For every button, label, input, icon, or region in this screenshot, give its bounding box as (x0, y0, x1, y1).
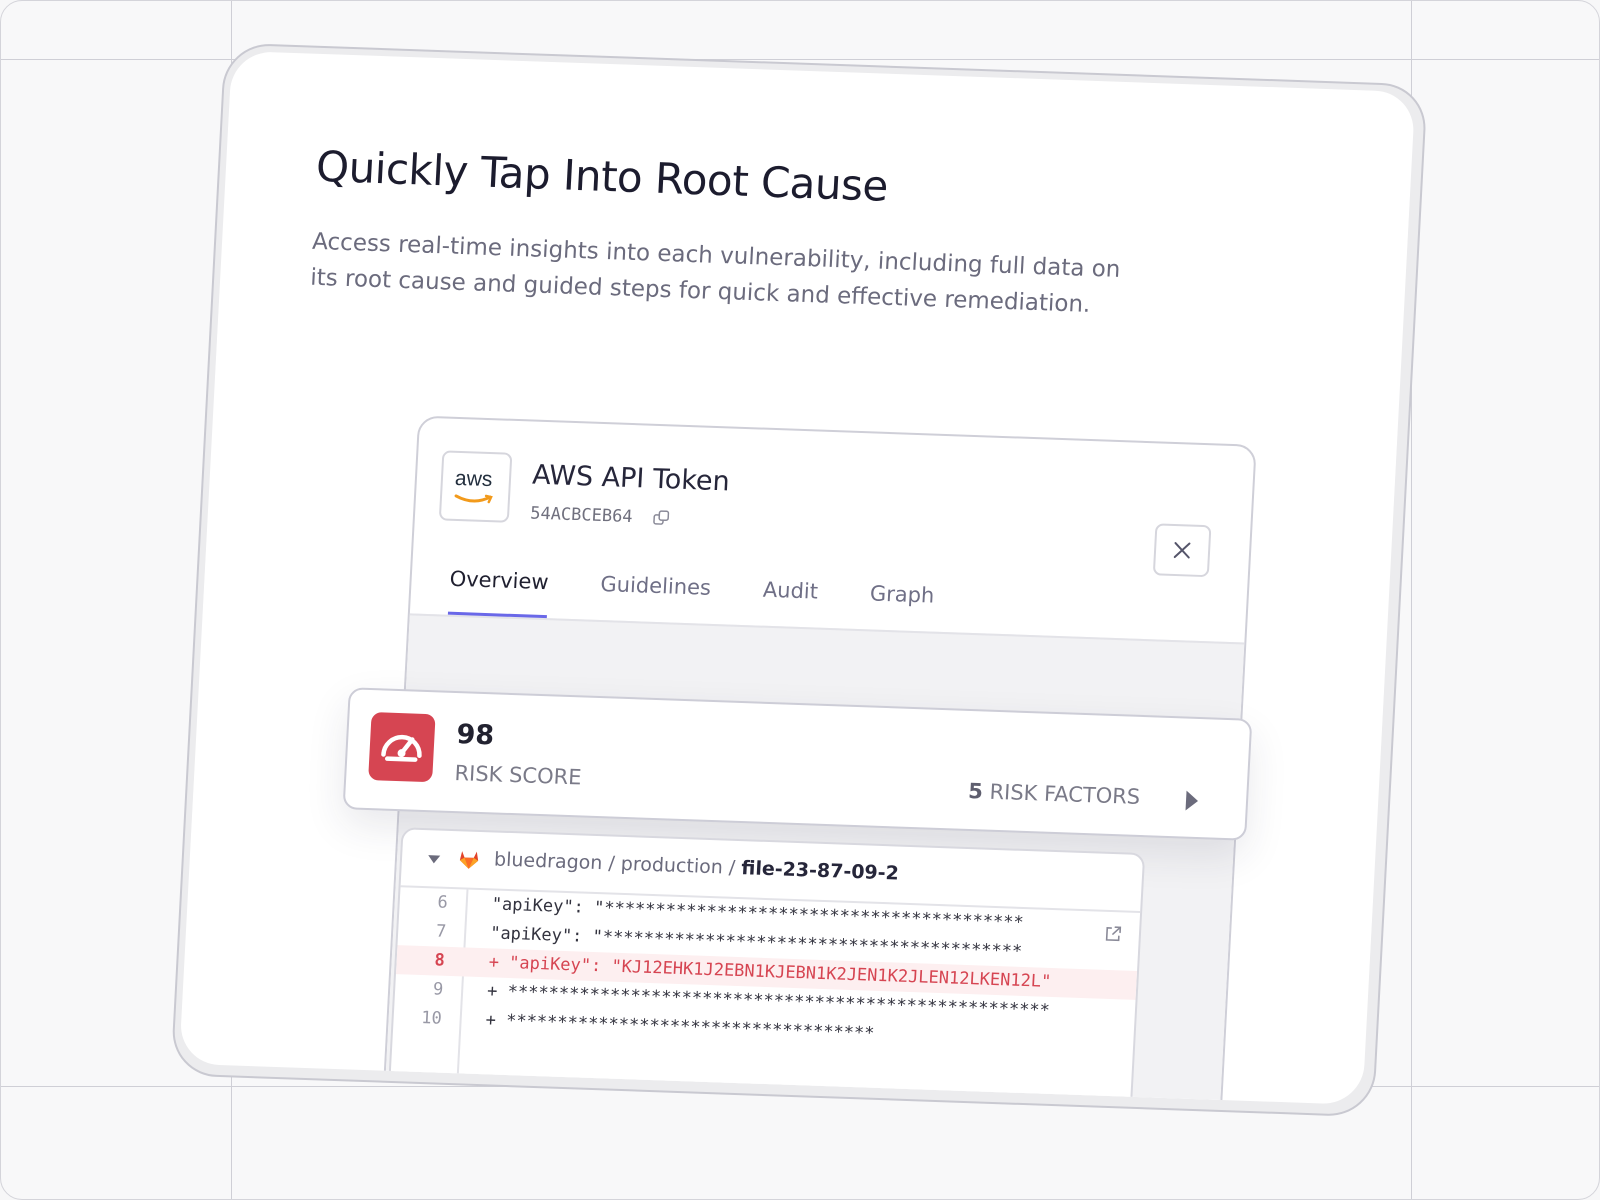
file-snippet-card: bluedragon / production / file-23-87-09-… (386, 827, 1146, 1105)
file-name: file-23-87-09-2 (740, 857, 900, 885)
risk-factors-link[interactable]: 5 RISK FACTORS (968, 779, 1141, 809)
line-number: 8 (433, 950, 446, 971)
aws-logo-text: aws (454, 466, 493, 492)
feature-card: Quickly Tap Into Root Cause Access real-… (179, 50, 1416, 1105)
code-block: 6 "apiKey": "***************************… (393, 887, 1140, 1058)
token-name: AWS API Token (531, 459, 731, 498)
token-id: 54ACBCEB64 (529, 503, 634, 528)
line-number: 7 (435, 921, 447, 942)
risk-score-value: 98 (455, 719, 495, 752)
line-number: 9 (432, 979, 444, 1000)
risk-factors-count: 5 (967, 778, 984, 804)
page-description: Access real-time insights into each vuln… (309, 228, 1122, 318)
page-title: Quickly Tap Into Root Cause (314, 141, 890, 211)
file-path[interactable]: bluedragon / production / file-23-87-09-… (494, 848, 900, 884)
line-number: 6 (437, 892, 449, 913)
tab-guidelines[interactable]: Guidelines (599, 572, 712, 624)
risk-factors-label: RISK FACTORS (988, 779, 1141, 809)
tab-graph[interactable]: Graph (868, 581, 935, 631)
tab-overview[interactable]: Overview (447, 566, 550, 619)
close-icon (1173, 542, 1191, 559)
tab-audit[interactable]: Audit (761, 578, 818, 628)
branch-name: production (620, 852, 724, 879)
aws-smile-icon (454, 494, 493, 504)
chevron-down-icon[interactable] (427, 855, 441, 864)
gitlab-icon (459, 851, 479, 869)
tilted-stage: Quickly Tap Into Root Cause Access real-… (1, 1, 1599, 1199)
gauge-icon (368, 712, 436, 783)
risk-score-label: RISK SCORE (453, 761, 583, 790)
path-separator: / (607, 852, 622, 875)
line-number: 10 (420, 1008, 443, 1029)
screenshot-frame: Quickly Tap Into Root Cause Access real-… (0, 0, 1600, 1200)
repo-name: bluedragon (493, 848, 603, 875)
aws-logo: aws (438, 450, 513, 523)
chevron-right-icon[interactable] (1185, 790, 1199, 811)
close-button[interactable] (1152, 523, 1212, 578)
copy-icon[interactable] (653, 510, 670, 527)
